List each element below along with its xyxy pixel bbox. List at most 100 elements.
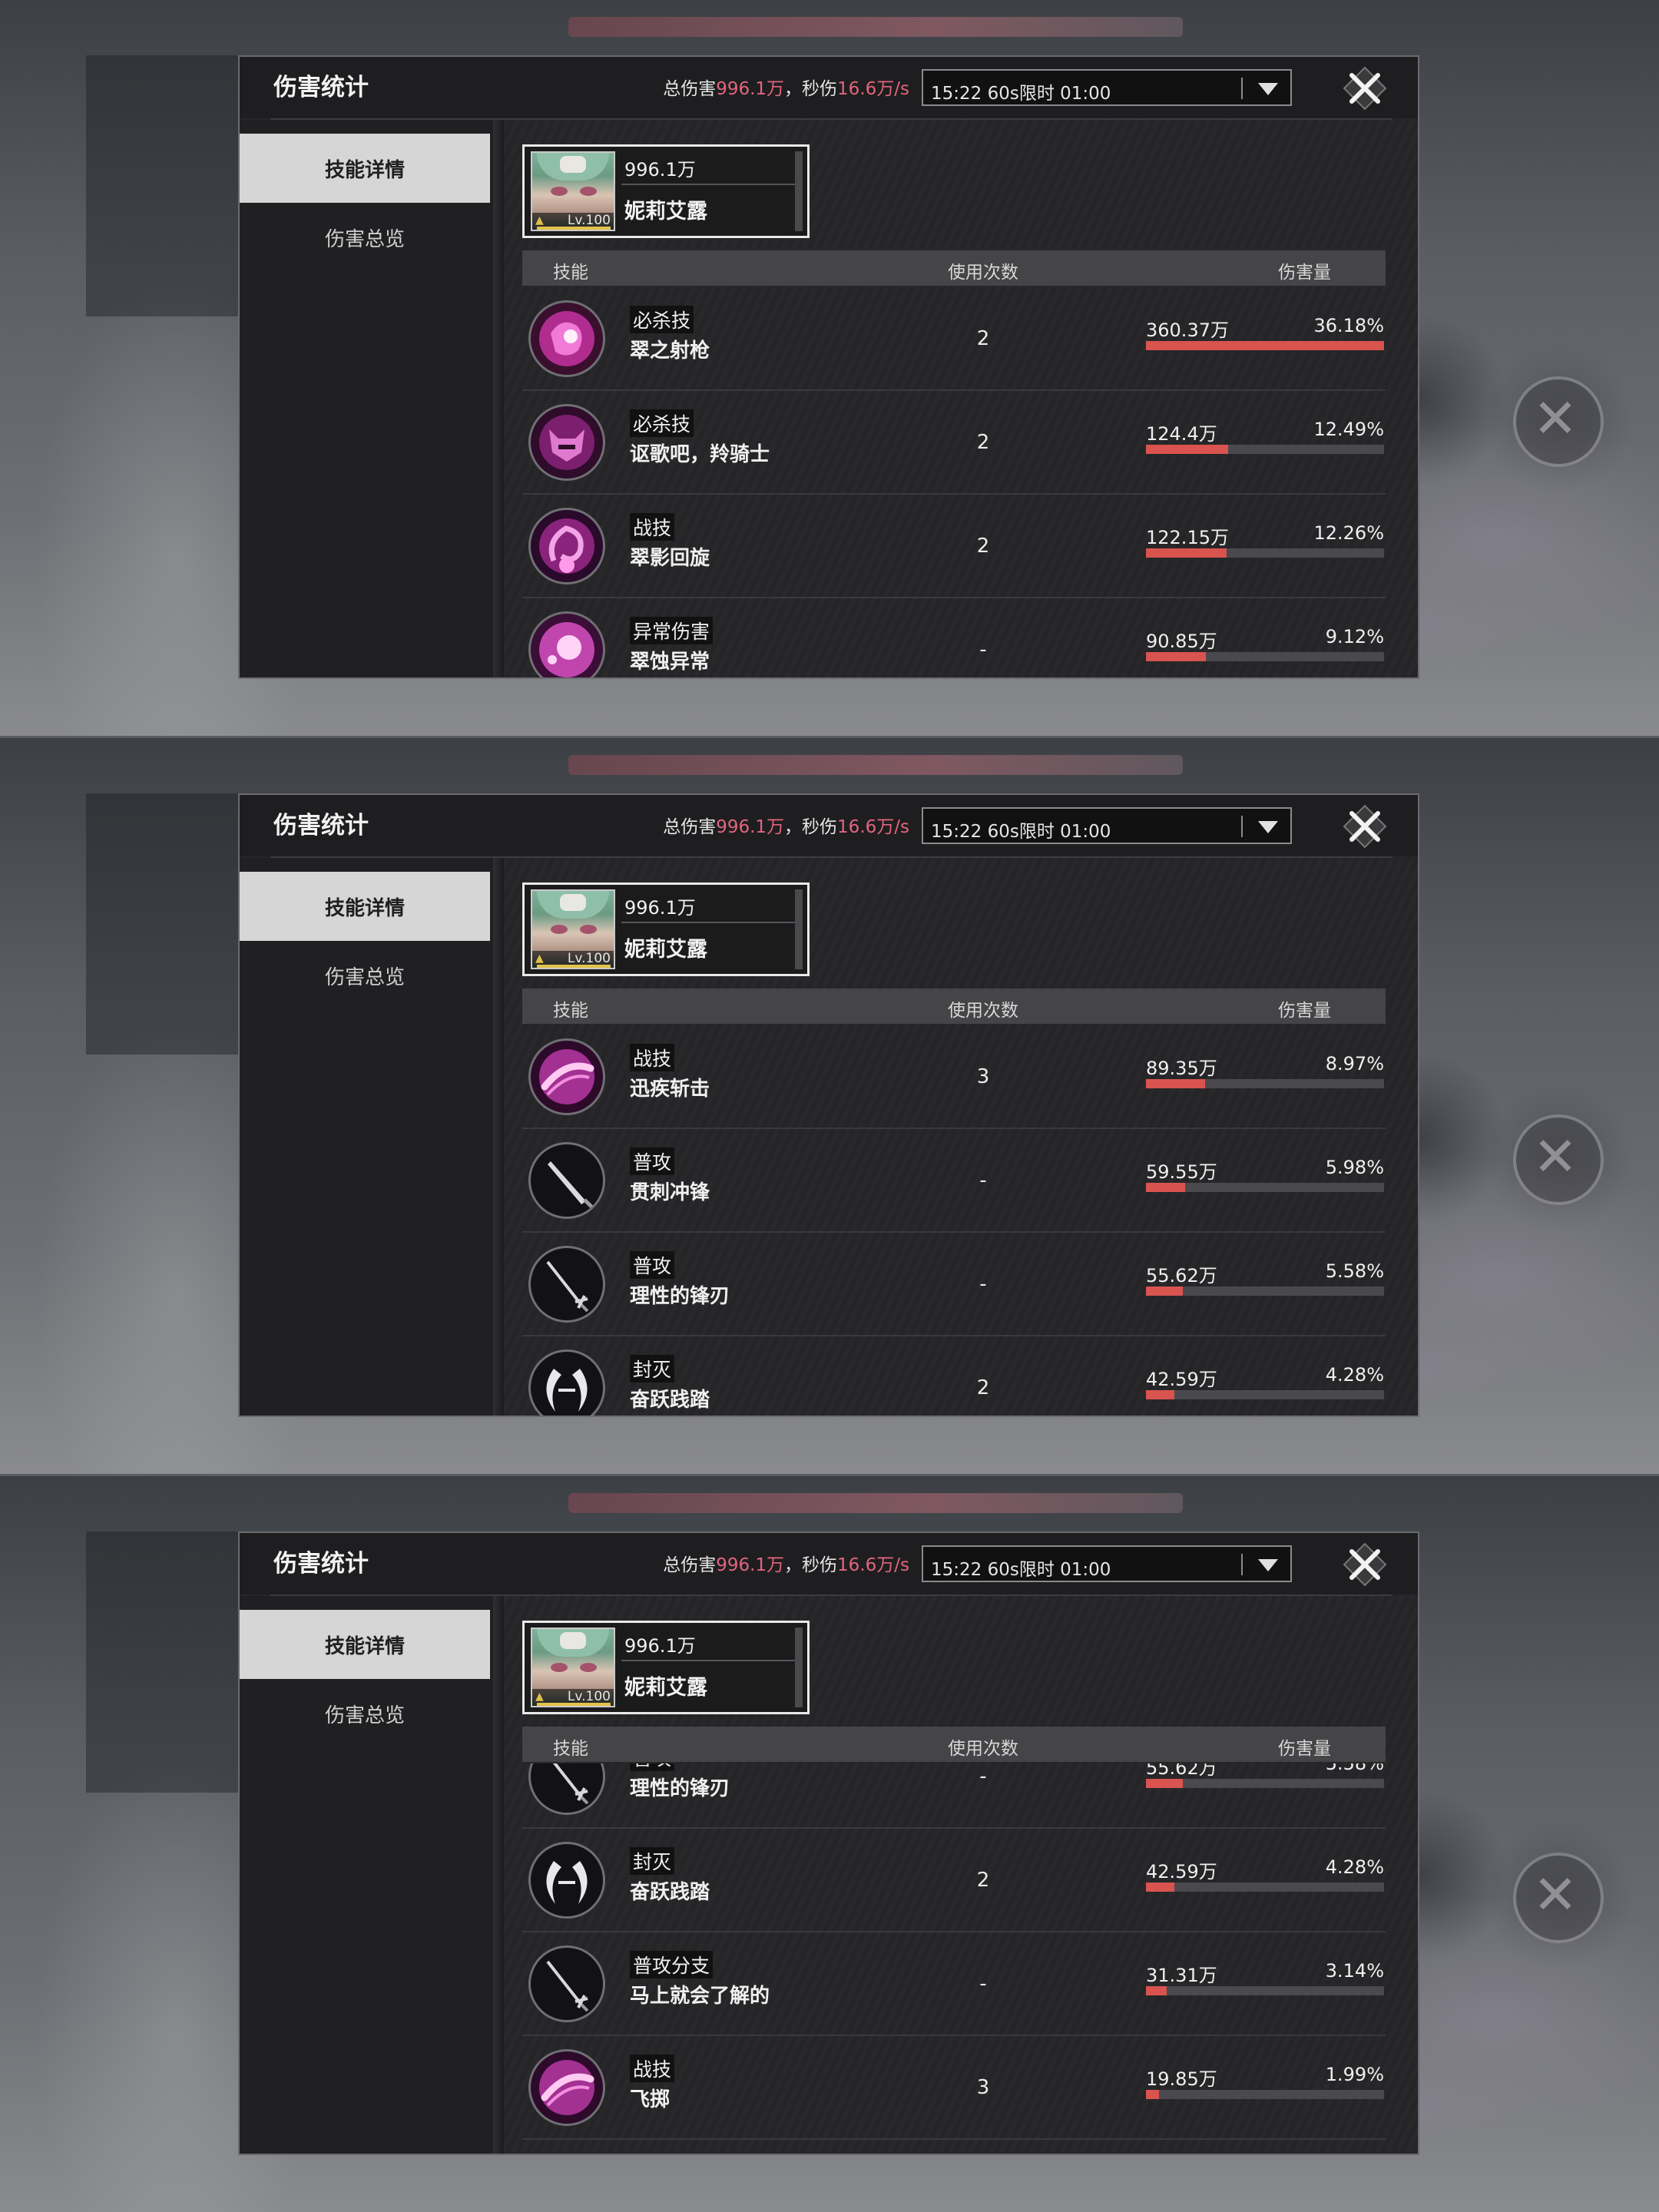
battle-record-dropdown[interactable]: 15:22 60s限时 01:00 — [922, 807, 1292, 844]
background-hp-bar — [568, 1493, 1183, 1513]
header-skill: 技能 — [553, 1739, 588, 1759]
skill-damage: 360.37万 — [1146, 320, 1229, 341]
damage-bar-fill — [1146, 1986, 1167, 1995]
table-header: 技能 使用次数 伤害量 — [522, 1727, 1386, 1762]
header-skill: 技能 — [553, 1001, 588, 1021]
dps-value: 16.6万/s — [837, 817, 909, 837]
panel-header: 伤害统计 总伤害996.1万，秒伤16.6万/s 15:22 60s限时 01:… — [240, 795, 1418, 856]
close-button[interactable] — [1338, 800, 1392, 853]
beast-mask-icon — [528, 404, 605, 481]
background-hud — [86, 793, 240, 1055]
skill-uses: 3 — [976, 2076, 990, 2099]
damage-bar-track — [1146, 1986, 1384, 1995]
skill-category: 普攻 — [630, 1147, 675, 1175]
battle-record-dropdown[interactable]: 15:22 60s限时 01:00 — [922, 69, 1292, 106]
tab-damage-overview[interactable]: 伤害总览 — [240, 1679, 490, 1748]
skill-category: 普攻 — [630, 1763, 675, 1771]
skill-row[interactable]: 封灭 奋跃践踏 2 42.59万 4.28% — [522, 1829, 1386, 1932]
skill-row[interactable]: 必杀技 翠之射枪 2 360.37万 36.18% — [522, 287, 1386, 391]
background-hud — [86, 55, 240, 316]
damage-bar-fill — [1146, 1183, 1185, 1192]
tab-skill-details[interactable]: 技能详情 — [240, 134, 490, 203]
total-damage-value: 996.1万 — [716, 1555, 785, 1575]
skill-row[interactable]: 普攻分支 马上就会了解的 - 31.31万 3.14% — [522, 1932, 1386, 2036]
character-card[interactable]: ▲ Lv.100 996.1万 妮莉艾露 — [522, 882, 810, 976]
skill-category: 普攻分支 — [630, 1951, 714, 1979]
skill-list[interactable]: 普攻 理性的锋刃 - 55.62万 5.58% 封灭 奋跃践踏 2 42.59万… — [522, 1763, 1386, 2154]
sword-icon — [528, 1763, 605, 1815]
card-divider — [621, 184, 796, 185]
sword-icon — [528, 1246, 605, 1323]
damage-bar-fill — [1146, 1286, 1183, 1296]
character-name: 妮莉艾露 — [624, 200, 707, 224]
orb-icon — [528, 611, 605, 677]
level-gold-line — [537, 227, 611, 230]
skill-row[interactable]: 异常伤害 翠蚀异常 - 90.85万 9.12% — [522, 598, 1386, 677]
close-button[interactable] — [1338, 61, 1392, 115]
lance-icon — [528, 1142, 605, 1219]
character-card[interactable]: ▲ Lv.100 996.1万 妮莉艾露 — [522, 144, 810, 238]
skill-row[interactable]: 普攻 理性的锋刃 - 55.62万 5.58% — [522, 1233, 1386, 1336]
dps-label: 秒伤 — [802, 1555, 838, 1575]
screen-panel-3: ✕ 伤害统计 总伤害996.1万，秒伤16.6万/s 15:22 60s限时 0… — [0, 1476, 1659, 2212]
skill-row[interactable]: 封灭 奋跃践踏 2 42.59万 4.28% — [522, 1336, 1386, 1416]
skill-name: 迅疾斩击 — [630, 1078, 710, 1101]
slash-icon — [528, 2049, 605, 2126]
tab-skill-details[interactable]: 技能详情 — [240, 872, 490, 941]
summary-separator: ， — [784, 817, 803, 837]
skill-damage-percent: 8.97% — [1325, 1053, 1384, 1075]
damage-bar-fill — [1146, 341, 1384, 350]
skill-row[interactable]: 必杀技 讴歌吧，羚骑士 2 124.4万 12.49% — [522, 391, 1386, 495]
slash-icon — [528, 1038, 605, 1115]
tab-skill-details[interactable]: 技能详情 — [240, 1610, 490, 1679]
skill-name: 翠蚀异常 — [630, 651, 710, 674]
tab-damage-overview[interactable]: 伤害总览 — [240, 203, 490, 272]
skill-list[interactable]: 必杀技 翠之射枪 2 360.37万 36.18% 必杀技 讴歌吧，羚骑士 2 … — [522, 287, 1386, 677]
skill-row[interactable]: 战技 飞掷 3 19.85万 1.99% — [522, 2036, 1386, 2140]
skill-uses: 2 — [976, 327, 990, 350]
character-level: Lv.100 — [567, 213, 611, 228]
skill-row[interactable]: 战技 翠影回旋 2 122.15万 12.26% — [522, 495, 1386, 598]
skill-row[interactable]: 普攻 贯刺冲锋 - 59.55万 5.98% — [522, 1129, 1386, 1233]
character-total-damage: 996.1万 — [624, 1635, 696, 1657]
header-damage: 伤害量 — [1278, 263, 1331, 283]
damage-stats-panel: 伤害统计 总伤害996.1万，秒伤16.6万/s 15:22 60s限时 01:… — [238, 1532, 1419, 2155]
portrait-eye — [580, 187, 597, 196]
header-uses: 使用次数 — [948, 1001, 1018, 1021]
skill-name: 翠影回旋 — [630, 547, 710, 570]
close-button[interactable] — [1338, 1538, 1392, 1591]
skill-list[interactable]: 战技 迅疾斩击 3 89.35万 8.97% 普攻 贯刺冲锋 - 59.55万 … — [522, 1025, 1386, 1416]
character-portrait: ▲ Lv.100 — [531, 151, 615, 231]
skill-row[interactable]: 战技 迅疾斩击 3 89.35万 8.97% — [522, 1025, 1386, 1129]
skill-row[interactable]: 普攻 理性的锋刃 - 55.62万 5.58% — [522, 1763, 1386, 1829]
character-card[interactable]: ▲ Lv.100 996.1万 妮莉艾露 — [522, 1621, 810, 1714]
skill-name: 奋跃践踏 — [630, 1389, 710, 1412]
total-damage-value: 996.1万 — [716, 817, 785, 837]
skill-damage-percent: 12.26% — [1313, 522, 1384, 544]
battle-record-dropdown[interactable]: 15:22 60s限时 01:00 — [922, 1545, 1292, 1582]
header-uses: 使用次数 — [948, 263, 1018, 283]
skill-damage-percent: 12.49% — [1313, 419, 1384, 440]
damage-bar-track — [1146, 1079, 1384, 1088]
background-close-glyph: ✕ — [1532, 387, 1578, 450]
skill-category: 战技 — [630, 1044, 675, 1071]
damage-stats-panel: 伤害统计 总伤害996.1万，秒伤16.6万/s 15:22 60s限时 01:… — [238, 55, 1419, 679]
vortex-icon — [528, 508, 605, 584]
skill-category: 封灭 — [630, 1355, 675, 1382]
damage-bar-track — [1146, 445, 1384, 454]
panel-title: 伤害统计 — [273, 74, 369, 101]
damage-bar-track — [1146, 652, 1384, 661]
battle-record-value: 15:22 60s限时 01:00 — [931, 822, 1111, 842]
background-hp-bar — [568, 17, 1183, 37]
tab-damage-overview[interactable]: 伤害总览 — [240, 941, 490, 1010]
skill-category: 必杀技 — [630, 306, 694, 333]
dps-value: 16.6万/s — [837, 1555, 909, 1575]
panel-title: 伤害统计 — [273, 812, 369, 839]
character-total-damage: 996.1万 — [624, 159, 696, 180]
summary-separator: ， — [784, 79, 803, 99]
skill-uses: 2 — [976, 1376, 990, 1399]
skill-name: 飞掷 — [630, 2088, 671, 2111]
battle-record-value: 15:22 60s限时 01:00 — [931, 84, 1111, 104]
character-portrait: ▲ Lv.100 — [531, 1628, 615, 1707]
total-damage-label: 总伤害 — [663, 1555, 717, 1575]
